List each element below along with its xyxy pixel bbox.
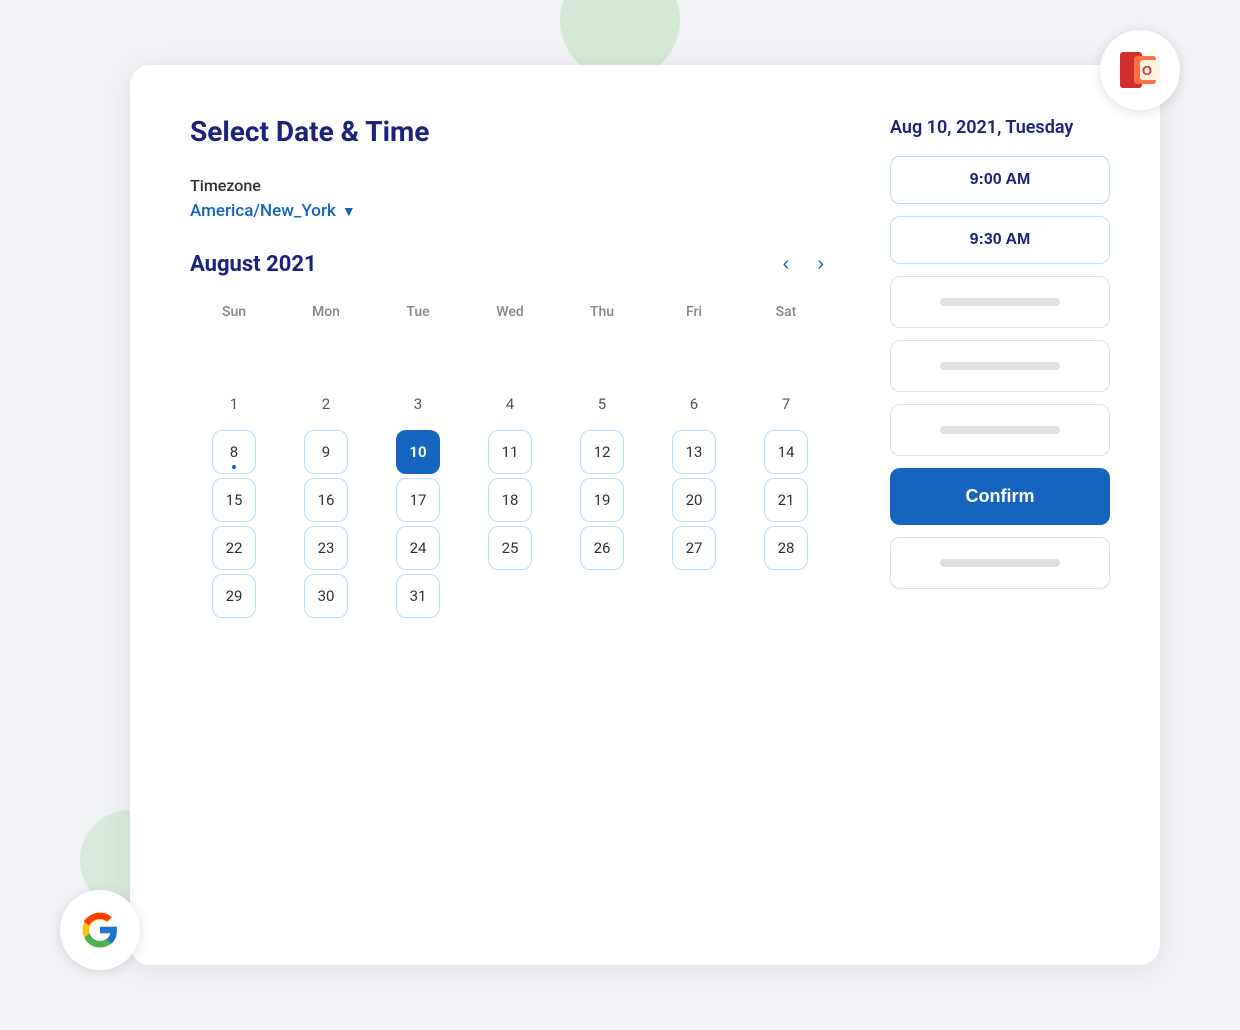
day-header-sat: Sat bbox=[742, 298, 830, 330]
confirm-button[interactable]: Confirm bbox=[890, 468, 1110, 525]
calendar-header: August 2021 ‹ › bbox=[190, 251, 830, 278]
calendar: August 2021 ‹ › Sun Mon Tue Wed Thu Fri … bbox=[190, 251, 830, 618]
day-10[interactable]: 10 bbox=[396, 430, 440, 474]
day-4[interactable]: 4 bbox=[488, 382, 532, 426]
next-month-button[interactable]: › bbox=[811, 251, 830, 278]
day-header-thu: Thu bbox=[558, 298, 646, 330]
day-header-wed: Wed bbox=[466, 298, 554, 330]
day-16[interactable]: 16 bbox=[304, 478, 348, 522]
time-slot-1[interactable]: 9:00 AM bbox=[890, 156, 1110, 204]
day-23[interactable]: 23 bbox=[304, 526, 348, 570]
time-slot-empty-1 bbox=[890, 276, 1110, 328]
timezone-value: America/New_York bbox=[190, 201, 336, 221]
day-15[interactable]: 15 bbox=[212, 478, 256, 522]
day-8[interactable]: 8 bbox=[212, 430, 256, 474]
day-2[interactable]: 2 bbox=[304, 382, 348, 426]
right-panel: Aug 10, 2021, Tuesday 9:00 AM 9:30 AM Co… bbox=[890, 115, 1110, 915]
day-26[interactable]: 26 bbox=[580, 526, 624, 570]
timezone-label: Timezone bbox=[190, 176, 830, 195]
day-14[interactable]: 14 bbox=[764, 430, 808, 474]
day-6[interactable]: 6 bbox=[672, 382, 716, 426]
office-icon: O bbox=[1100, 30, 1180, 110]
left-panel: Select Date & Time Timezone America/New_… bbox=[190, 115, 830, 915]
day-31[interactable]: 31 bbox=[396, 574, 440, 618]
day-7[interactable]: 7 bbox=[764, 382, 808, 426]
day-11[interactable]: 11 bbox=[488, 430, 532, 474]
nav-buttons: ‹ › bbox=[777, 251, 830, 278]
time-slot-empty-4 bbox=[890, 537, 1110, 589]
chevron-down-icon: ▼ bbox=[342, 203, 356, 220]
time-slot-2[interactable]: 9:30 AM bbox=[890, 216, 1110, 264]
day-28[interactable]: 28 bbox=[764, 526, 808, 570]
day-18[interactable]: 18 bbox=[488, 478, 532, 522]
timezone-select[interactable]: America/New_York ▼ bbox=[190, 201, 830, 221]
day-3[interactable]: 3 bbox=[396, 382, 440, 426]
day-20[interactable]: 20 bbox=[672, 478, 716, 522]
google-icon bbox=[60, 890, 140, 970]
day-header-mon: Mon bbox=[282, 298, 370, 330]
day-header-tue: Tue bbox=[374, 298, 462, 330]
day-25[interactable]: 25 bbox=[488, 526, 532, 570]
svg-text:O: O bbox=[1142, 63, 1152, 78]
month-year: August 2021 bbox=[190, 252, 317, 277]
day-header-sun: Sun bbox=[190, 298, 278, 330]
loading-bar-2 bbox=[940, 362, 1060, 370]
loading-bar-3 bbox=[940, 426, 1060, 434]
calendar-grid: Sun Mon Tue Wed Thu Fri Sat 1 2 3 4 bbox=[190, 298, 830, 618]
day-29[interactable]: 29 bbox=[212, 574, 256, 618]
day-19[interactable]: 19 bbox=[580, 478, 624, 522]
day-22[interactable]: 22 bbox=[212, 526, 256, 570]
day-27[interactable]: 27 bbox=[672, 526, 716, 570]
time-slot-empty-3 bbox=[890, 404, 1110, 456]
day-13[interactable]: 13 bbox=[672, 430, 716, 474]
day-30[interactable]: 30 bbox=[304, 574, 348, 618]
day-9[interactable]: 9 bbox=[304, 430, 348, 474]
loading-bar-1 bbox=[940, 298, 1060, 306]
day-12[interactable]: 12 bbox=[580, 430, 624, 474]
selected-date-label: Aug 10, 2021, Tuesday bbox=[890, 115, 1110, 140]
day-21[interactable]: 21 bbox=[764, 478, 808, 522]
day-17[interactable]: 17 bbox=[396, 478, 440, 522]
main-card: Select Date & Time Timezone America/New_… bbox=[130, 65, 1160, 965]
day-24[interactable]: 24 bbox=[396, 526, 440, 570]
time-slot-empty-2 bbox=[890, 340, 1110, 392]
day-header-fri: Fri bbox=[650, 298, 738, 330]
prev-month-button[interactable]: ‹ bbox=[777, 251, 796, 278]
page-title: Select Date & Time bbox=[190, 115, 830, 148]
day-5[interactable]: 5 bbox=[580, 382, 624, 426]
loading-bar-4 bbox=[940, 559, 1060, 567]
day-1[interactable]: 1 bbox=[212, 382, 256, 426]
